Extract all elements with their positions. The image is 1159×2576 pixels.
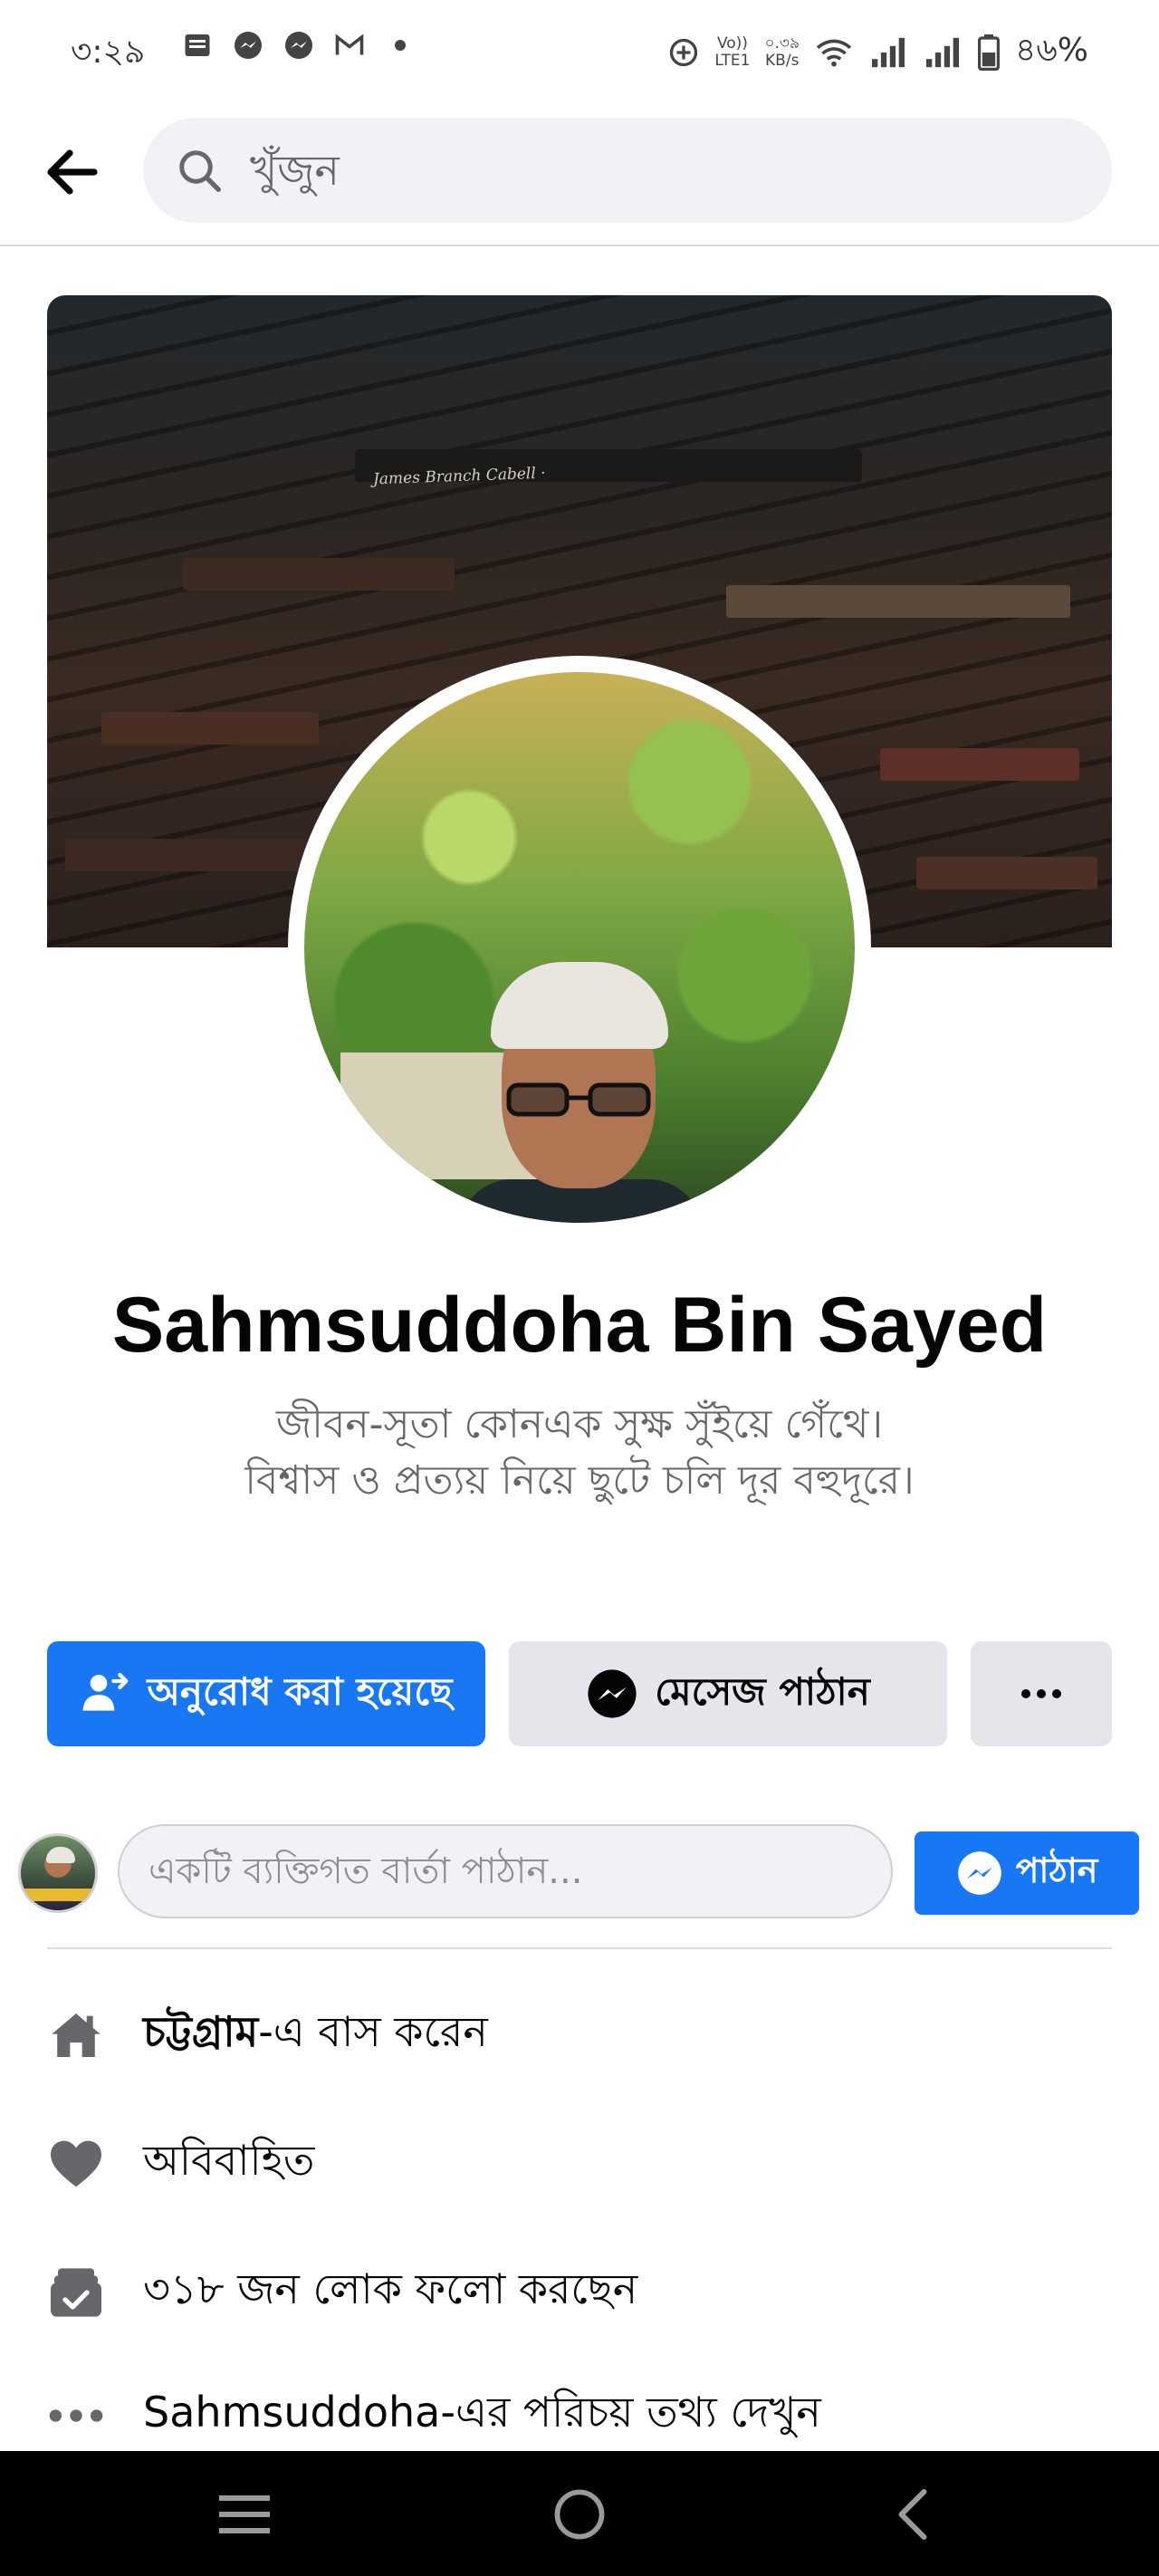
info-lives-in[interactable]: চট্টগ্রাম-এ বাস করেন [47,1994,1112,2076]
gmail-icon [335,34,364,55]
lte-label: LTE1 [714,52,751,70]
composer-avatar-cap [46,1847,75,1863]
back-arrow-icon [47,149,98,195]
nav-back-button[interactable] [875,2476,951,2552]
more-dots-icon [1021,1689,1061,1698]
followers-text: ৩১৮ জন লোক ফলো করছেন [143,2264,638,2313]
info-relationship[interactable]: অবিবাহিত [47,2123,1112,2205]
message-composer: পাঠান [0,1822,1159,1922]
friend-request-icon [82,1672,129,1711]
signal-icon [872,37,905,68]
heart-icon [47,2135,105,2193]
status-bar: ৩:২৯ Vo)) LTE1 ০.৩৯ KB/s ৪৬% [0,0,1159,100]
profile-avatar[interactable] [304,672,855,1223]
recent-apps-button[interactable] [206,2476,283,2552]
android-nav-bar [0,2451,1159,2576]
back-button[interactable] [36,136,109,208]
search-header [0,100,1159,246]
private-message-input[interactable] [118,1824,893,1918]
status-right: Vo)) LTE1 ০.৩৯ KB/s ৪৬% [667,25,1088,80]
friend-request-sent-label: অনুরোধ করা হয়েছে [147,1668,453,1714]
more-horizontal-icon [47,2387,105,2445]
avatar-glasses [506,1082,651,1117]
cover-book-row [183,558,455,591]
composer-avatar-strip [21,1889,95,1901]
notification-icons [181,29,417,62]
search-icon [179,150,221,192]
news-icon [185,34,210,56]
cover-book-row [101,712,319,745]
network-speed-unit: KB/s [765,52,800,70]
cover-book-row [880,748,1079,781]
info-see-about[interactable]: Sahmsuddoha-এর পরিচয় তথ্য দেখুন [47,2375,1112,2456]
avatar-cap [491,962,668,1049]
see-about-text: Sahmsuddoha-এর পরিচয় তথ্য দেখুন [143,2388,821,2437]
lives-in-text: চট্টগ্রাম-এ বাস করেন [143,2001,488,2070]
home-button[interactable] [541,2476,618,2552]
profile-bio: জীবন-সূতা কোনএক সুক্ষ সুঁইয়ে গেঁথে। বিশ… [0,1397,1159,1509]
divider [47,1947,1112,1949]
battery-icon [978,34,1001,71]
battery-percentage: ৪৬% [1015,32,1088,69]
messenger-notification-icon-2 [285,32,312,59]
recent-apps-icon [219,2495,270,2533]
messenger-send-icon [957,1851,1001,1895]
info-followers[interactable]: ৩১৮ জন লোক ফলো করছেন [47,2252,1112,2333]
volte-label: Vo)) [716,34,748,53]
messenger-icon [588,1669,637,1718]
wifi-icon [816,39,852,67]
nav-back-icon [898,2489,927,2540]
profile-name: Sahmsuddoha Bin Sayed [111,1282,1048,1369]
network-speed-value: ০.৩৯ [764,34,800,53]
cover-book-row [916,857,1097,889]
home-circle-icon [554,2489,605,2540]
lives-in-city: চট্টগ্রাম [143,2007,259,2056]
data-saver-icon [670,38,698,67]
send-message-button[interactable]: মেসেজ পাঠান [509,1641,947,1746]
composer-send-label: পাঠান [1015,1850,1098,1890]
relationship-text: অবিবাহিত [143,2136,315,2185]
more-notifications-dot-icon [395,40,406,51]
home-icon [47,2006,105,2064]
search-box[interactable] [143,118,1112,223]
network-speed: ০.৩৯ KB/s [764,35,800,70]
bio-line: বিশ্বাস ও প্রত্যয় নিয়ে ছুটে চলি দূর বহ… [244,1457,915,1504]
composer-avatar [18,1833,98,1913]
cover-book-row [726,585,1070,618]
bio-line: জীবন-সূতা কোনএক সুক্ষ সুঁইয়ে গেঁথে। [275,1401,884,1447]
search-input[interactable] [250,141,1065,199]
volte-indicator: Vo)) LTE1 [714,35,750,70]
followers-icon [47,2264,105,2321]
lives-in-suffix: -এ বাস করেন [258,2007,488,2056]
messenger-notification-icon [235,32,262,59]
composer-send-button[interactable]: পাঠান [915,1831,1139,1915]
friend-request-sent-button[interactable]: অনুরোধ করা হয়েছে [47,1641,485,1746]
status-time: ৩:২৯ [71,34,146,71]
send-message-label: মেসেজ পাঠান [655,1668,870,1714]
signal-icon-2 [926,37,960,68]
more-options-button[interactable] [971,1641,1112,1746]
cover-book-row [65,839,337,871]
